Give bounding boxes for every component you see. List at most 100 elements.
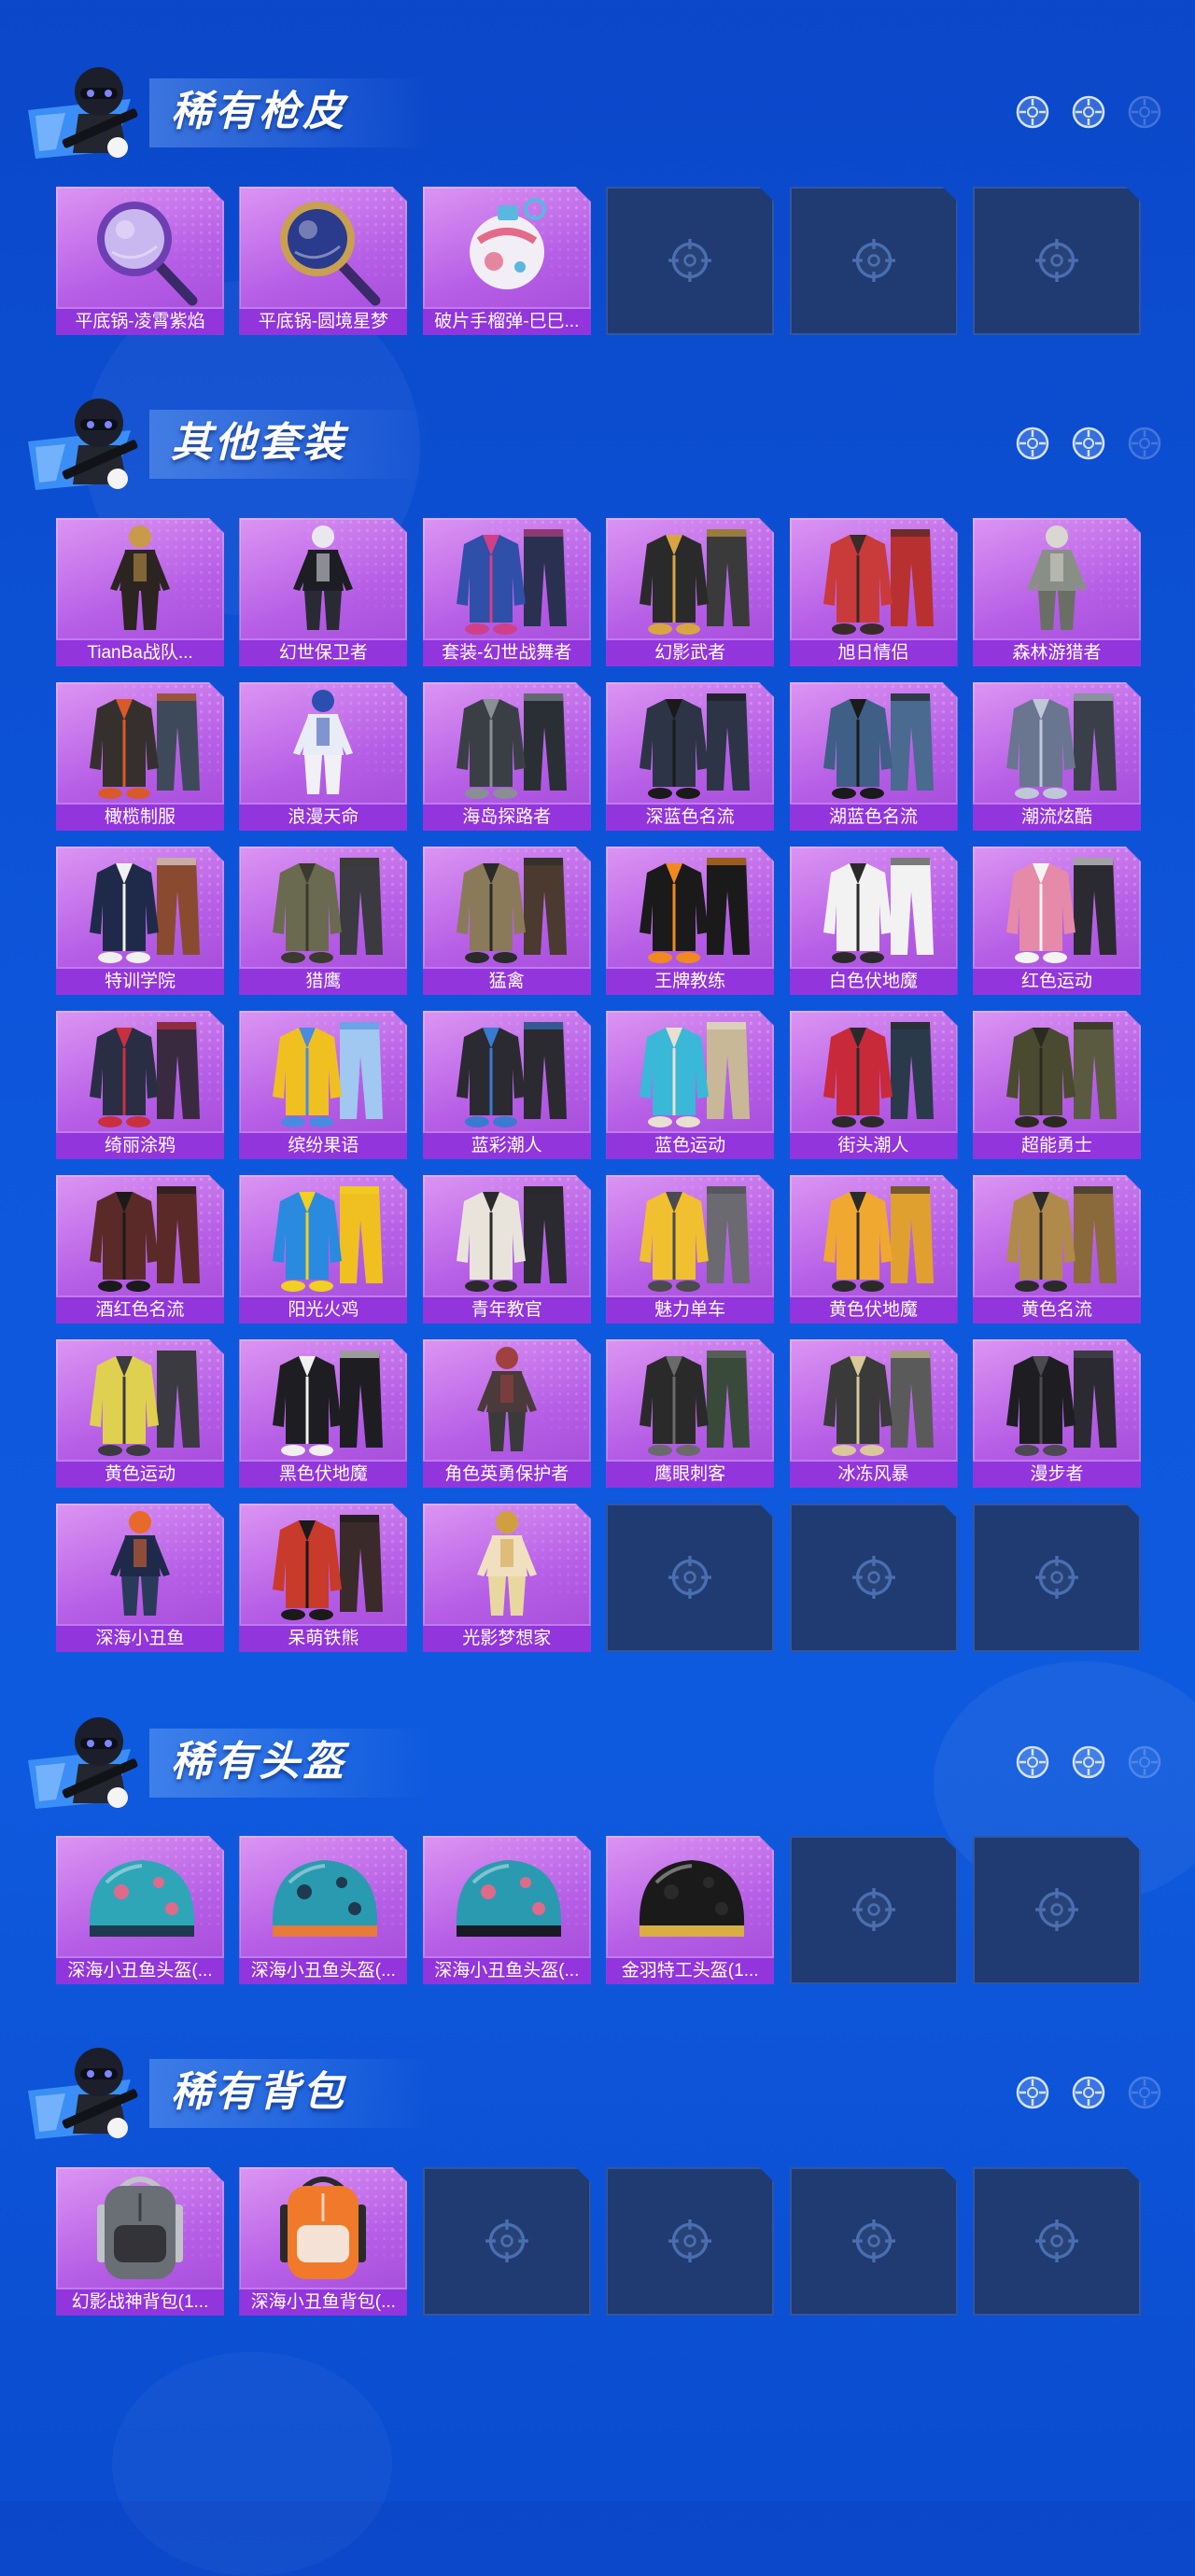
item-card[interactable]: 幻影武者 <box>606 518 774 666</box>
item-grid: 幻影战神背包(1... 深海小丑鱼背包(... <box>56 2167 1141 2316</box>
item-card[interactable]: 深海小丑鱼头盔(... <box>56 1836 224 1984</box>
item-card[interactable]: 套装-幻世战舞者 <box>423 518 591 666</box>
item-card[interactable]: 蓝彩潮人 <box>423 1011 591 1159</box>
item-card[interactable]: 平底锅-凌霄紫焰 <box>56 187 224 335</box>
item-card[interactable]: 阳光火鸡 <box>239 1175 407 1323</box>
item-card[interactable]: 深海小丑鱼头盔(... <box>423 1836 591 1984</box>
item-label: 白色伏地魔 <box>790 967 958 995</box>
helmet-icon <box>423 1836 591 1956</box>
outfit-icon <box>790 847 958 967</box>
item-label: 森林游猎者 <box>973 638 1141 666</box>
crosshair-icon <box>1126 1743 1163 1781</box>
grenade-icon <box>423 187 591 307</box>
item-card[interactable]: 青年教官 <box>423 1175 591 1323</box>
item-card[interactable]: 深海小丑鱼背包(... <box>239 2167 407 2316</box>
crosshair-icon <box>1126 2074 1163 2111</box>
item-card[interactable]: 鹰眼刺客 <box>606 1339 774 1488</box>
item-card[interactable]: 街头潮人 <box>790 1011 958 1159</box>
item-label: 幻影战神背包(1... <box>56 2288 224 2316</box>
item-grid: 平底锅-凌霄紫焰 平底锅-圆境星梦 破片手榴弹-巳巳... <box>56 187 1141 335</box>
item-card[interactable]: 白色伏地魔 <box>790 847 958 995</box>
item-card[interactable]: 黄色名流 <box>973 1175 1141 1323</box>
item-card[interactable]: 潮流炫酷 <box>973 682 1141 831</box>
empty-slot <box>606 2167 774 2316</box>
item-label: 黑色伏地魔 <box>239 1460 407 1488</box>
item-label: 平底锅-圆境星梦 <box>239 307 407 335</box>
item-card[interactable]: 黄色伏地魔 <box>790 1175 958 1323</box>
item-label: 湖蓝色名流 <box>790 803 958 831</box>
empty-slot <box>973 1504 1141 1652</box>
crosshair-icon <box>1126 425 1163 462</box>
item-label: 黄色运动 <box>56 1460 224 1488</box>
crosshair-icon <box>849 1552 899 1603</box>
item-label: 酒红色名流 <box>56 1295 224 1323</box>
item-card[interactable]: TianBa战队... <box>56 518 224 666</box>
figure-icon <box>56 1504 224 1624</box>
item-card[interactable]: 旭日情侣 <box>790 518 958 666</box>
item-card[interactable]: 呆萌铁熊 <box>239 1504 407 1652</box>
crosshair-icon <box>1070 93 1107 131</box>
item-card[interactable]: 蓝色运动 <box>606 1011 774 1159</box>
outfit-icon <box>239 1175 407 1295</box>
soldier-emblem-icon <box>26 2037 166 2149</box>
item-card[interactable]: 幻影战神背包(1... <box>56 2167 224 2316</box>
item-card[interactable]: 黄色运动 <box>56 1339 224 1488</box>
item-card[interactable]: 平底锅-圆境星梦 <box>239 187 407 335</box>
item-card[interactable]: 破片手榴弹-巳巳... <box>423 187 591 335</box>
figure-icon <box>239 518 407 638</box>
helmet-icon <box>239 1836 407 1956</box>
item-label: 光影梦想家 <box>423 1624 591 1652</box>
item-card[interactable]: 深海小丑鱼头盔(... <box>239 1836 407 1984</box>
item-card[interactable]: 幻世保卫者 <box>239 518 407 666</box>
outfit-icon <box>239 1504 407 1624</box>
item-card[interactable]: 深海小丑鱼 <box>56 1504 224 1652</box>
outfit-icon <box>239 1339 407 1460</box>
item-card[interactable]: 猎鹰 <box>239 847 407 995</box>
item-label: TianBa战队... <box>56 638 224 666</box>
outfit-icon <box>606 518 774 638</box>
crosshair-icon <box>1032 1884 1082 1935</box>
item-card[interactable]: 浪漫天命 <box>239 682 407 831</box>
item-card[interactable]: 特训学院 <box>56 847 224 995</box>
empty-slot <box>606 1504 774 1652</box>
item-card[interactable]: 橄榄制服 <box>56 682 224 831</box>
outfit-icon <box>423 847 591 967</box>
item-label: 漫步者 <box>973 1460 1141 1488</box>
item-label: 旭日情侣 <box>790 638 958 666</box>
empty-slot <box>790 1836 958 1984</box>
item-grid: TianBa战队... 幻世保卫者 套装-幻世战舞者 幻影武者 旭日情侣 森林游猎者橄榄制… <box>56 518 1141 1652</box>
item-card[interactable]: 红色运动 <box>973 847 1141 995</box>
item-label: 超能勇士 <box>973 1131 1141 1159</box>
item-card[interactable]: 绮丽涂鸦 <box>56 1011 224 1159</box>
item-card[interactable]: 魅力单车 <box>606 1175 774 1323</box>
crosshair-icon <box>1070 425 1107 462</box>
figure-icon <box>973 518 1141 638</box>
item-card[interactable]: 漫步者 <box>973 1339 1141 1488</box>
item-card[interactable]: 超能勇士 <box>973 1011 1141 1159</box>
outfit-icon <box>973 1011 1141 1131</box>
item-card[interactable]: 酒红色名流 <box>56 1175 224 1323</box>
item-card[interactable]: 冰冻风暴 <box>790 1339 958 1488</box>
item-card[interactable]: 深蓝色名流 <box>606 682 774 831</box>
item-label: 蓝彩潮人 <box>423 1131 591 1159</box>
item-label: 深海小丑鱼头盔(... <box>56 1956 224 1984</box>
item-label: 阳光火鸡 <box>239 1295 407 1323</box>
empty-slot <box>790 1504 958 1652</box>
item-label: 猎鹰 <box>239 967 407 995</box>
background-parachute <box>112 2352 392 2576</box>
item-card[interactable]: 海岛探路者 <box>423 682 591 831</box>
pan-icon <box>239 187 407 307</box>
item-card[interactable]: 黑色伏地魔 <box>239 1339 407 1488</box>
item-label: 幻影武者 <box>606 638 774 666</box>
item-card[interactable]: 金羽特工头盔(1... <box>606 1836 774 1984</box>
item-card[interactable]: 王牌教练 <box>606 847 774 995</box>
item-card[interactable]: 森林游猎者 <box>973 518 1141 666</box>
outfit-icon <box>239 847 407 967</box>
item-card[interactable]: 猛禽 <box>423 847 591 995</box>
outfit-icon <box>790 518 958 638</box>
item-card[interactable]: 缤纷果语 <box>239 1011 407 1159</box>
item-card[interactable]: 光影梦想家 <box>423 1504 591 1652</box>
item-label: 呆萌铁熊 <box>239 1624 407 1652</box>
item-card[interactable]: 湖蓝色名流 <box>790 682 958 831</box>
item-card[interactable]: 角色英勇保护者 <box>423 1339 591 1488</box>
